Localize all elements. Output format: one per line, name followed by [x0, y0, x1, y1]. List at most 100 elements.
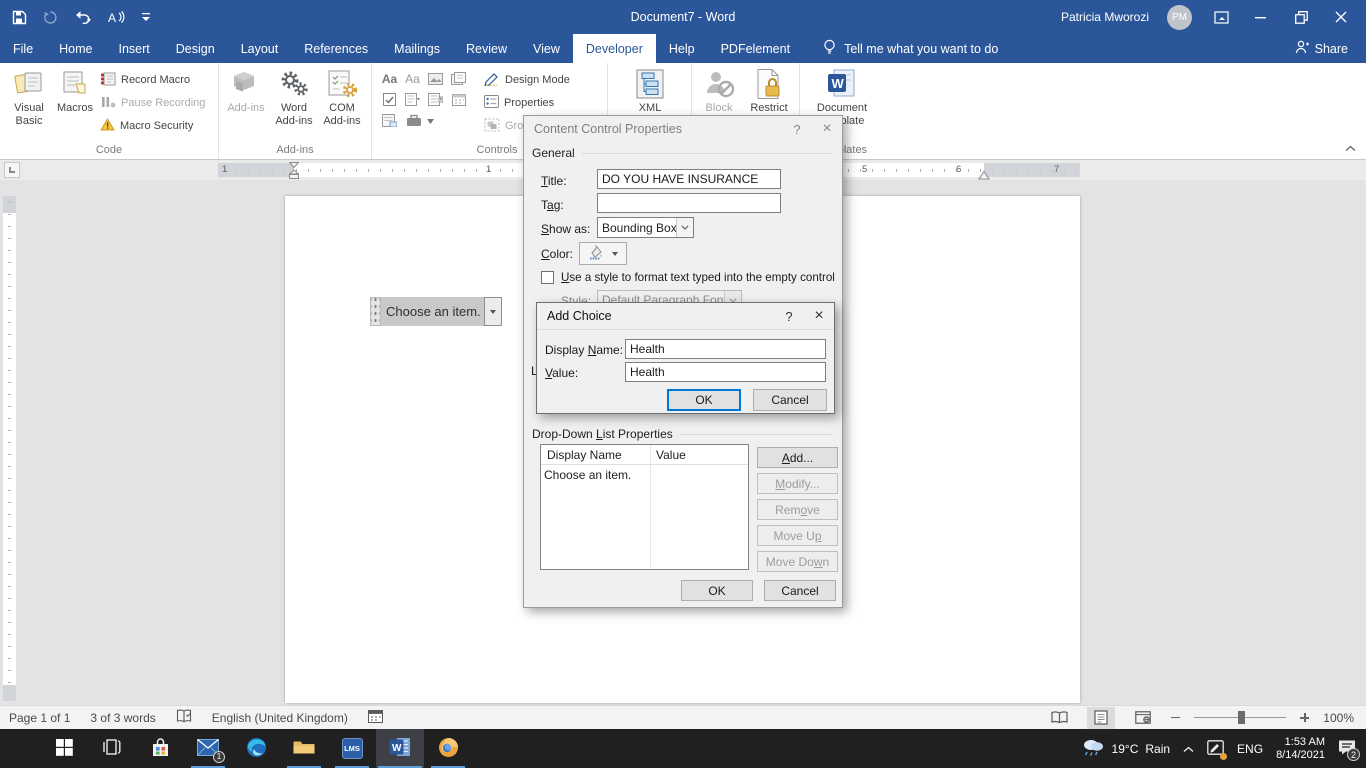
zoom-in-button[interactable]: [1300, 713, 1309, 722]
title-field[interactable]: [597, 169, 781, 189]
legacy-tools-icon[interactable]: [401, 110, 441, 131]
signed-in-user[interactable]: Patricia Mworozi: [1061, 10, 1149, 24]
plain-text-control-icon[interactable]: Aa: [401, 68, 424, 89]
repeating-section-control-icon[interactable]: [378, 110, 401, 131]
start-button[interactable]: [40, 729, 88, 768]
tab-insert[interactable]: Insert: [106, 34, 163, 63]
checkbox-control-icon[interactable]: [378, 89, 401, 110]
restrict-editing-button[interactable]: Restrict: [746, 66, 792, 115]
visual-basic-button[interactable]: Visual Basic: [6, 66, 52, 128]
collapse-ribbon-icon[interactable]: [1345, 141, 1356, 155]
value-field[interactable]: [625, 362, 826, 382]
content-control-text[interactable]: Choose an item.: [381, 297, 484, 326]
read-aloud-icon[interactable]: A: [108, 10, 126, 24]
save-icon[interactable]: [12, 10, 27, 25]
clock[interactable]: 1:53 AM 8/14/2021: [1276, 736, 1325, 762]
vertical-ruler[interactable]: [3, 196, 16, 701]
use-style-checkbox[interactable]: [541, 271, 554, 284]
page-indicator[interactable]: Page 1 of 1: [9, 711, 70, 725]
chevron-down-icon[interactable]: [676, 218, 693, 237]
tab-view[interactable]: View: [520, 34, 573, 63]
add-choice-close-button[interactable]: ×: [804, 303, 834, 329]
design-mode-button[interactable]: Design Mode: [484, 70, 570, 90]
lms-app-button[interactable]: LMS: [328, 729, 376, 768]
tell-me-box[interactable]: Tell me what you want to do: [809, 34, 1012, 63]
color-picker-button[interactable]: [579, 242, 627, 265]
cc-dialog-ok-button[interactable]: OK: [681, 580, 753, 601]
show-as-dropdown[interactable]: Bounding Box: [597, 217, 694, 238]
language-tray-indicator[interactable]: ENG: [1237, 742, 1263, 756]
add-choice-cancel-button[interactable]: Cancel: [753, 389, 827, 411]
language-indicator[interactable]: English (United Kingdom): [212, 711, 348, 725]
tab-layout[interactable]: Layout: [228, 34, 292, 63]
microsoft-store-button[interactable]: [136, 729, 184, 768]
ribbon-display-options-icon[interactable]: [1210, 0, 1232, 34]
choice-list-row[interactable]: Choose an item.: [541, 465, 748, 485]
word-count[interactable]: 3 of 3 words: [90, 711, 155, 725]
cc-dialog-cancel-button[interactable]: Cancel: [764, 580, 836, 601]
picture-control-icon[interactable]: [424, 68, 447, 89]
tab-developer[interactable]: Developer: [573, 34, 656, 63]
rich-text-control-icon[interactable]: Aa: [378, 68, 401, 89]
macros-button[interactable]: Macros: [52, 66, 98, 115]
display-name-field[interactable]: [625, 339, 826, 359]
tab-file[interactable]: File: [0, 34, 46, 63]
add-choice-help-button[interactable]: ?: [774, 303, 804, 329]
combo-box-control-icon[interactable]: [401, 89, 424, 110]
com-addins-button[interactable]: COM Add-ins: [319, 66, 365, 128]
word-taskbar-button[interactable]: W: [376, 729, 424, 768]
zoom-slider[interactable]: [1194, 717, 1286, 718]
restore-button[interactable]: [1290, 0, 1312, 34]
tab-references[interactable]: References: [291, 34, 381, 63]
tab-stop-selector[interactable]: [4, 162, 20, 178]
add-choice-title-bar[interactable]: Add Choice ? ×: [537, 303, 834, 329]
properties-button[interactable]: Properties: [484, 93, 554, 113]
dropdown-list-control-icon[interactable]: [424, 89, 447, 110]
cc-dialog-help-button[interactable]: ?: [782, 116, 812, 142]
macro-recording-icon[interactable]: [368, 710, 383, 726]
tab-help[interactable]: Help: [656, 34, 708, 63]
user-avatar[interactable]: PM: [1167, 5, 1192, 30]
value-column-header[interactable]: Value: [650, 448, 692, 462]
autosave-sync-icon[interactable]: [43, 10, 58, 25]
tab-review[interactable]: Review: [453, 34, 520, 63]
close-button[interactable]: [1330, 0, 1352, 34]
read-mode-view-button[interactable]: [1045, 707, 1073, 729]
right-indent-marker[interactable]: [978, 169, 990, 183]
task-view-button[interactable]: [88, 729, 136, 768]
edge-browser-button[interactable]: [232, 729, 280, 768]
add-choice-button[interactable]: Add...: [757, 447, 838, 468]
record-macro-button[interactable]: Record Macro: [100, 70, 190, 90]
content-control-dropdown-arrow[interactable]: [484, 297, 502, 326]
tab-mailings[interactable]: Mailings: [381, 34, 453, 63]
pdfelement-button[interactable]: [424, 729, 472, 768]
dropdown-content-control[interactable]: Choose an item.: [370, 297, 502, 326]
tab-design[interactable]: Design: [163, 34, 228, 63]
display-name-column-header[interactable]: Display Name: [541, 448, 650, 462]
print-layout-view-button[interactable]: [1087, 707, 1115, 729]
tray-chevron-icon[interactable]: [1183, 742, 1194, 756]
action-center-icon[interactable]: 2: [1338, 739, 1356, 758]
building-block-gallery-icon[interactable]: [447, 68, 470, 89]
cc-dialog-title-bar[interactable]: Content Control Properties ? ×: [524, 116, 842, 142]
add-choice-ok-button[interactable]: OK: [667, 389, 741, 411]
zoom-level[interactable]: 100%: [1323, 711, 1354, 725]
mail-app-button[interactable]: 1: [184, 729, 232, 768]
customize-qat-icon[interactable]: [142, 12, 151, 22]
choice-list[interactable]: Display Name Value Choose an item.: [540, 444, 749, 570]
proofing-icon[interactable]: [176, 709, 192, 727]
use-style-checkbox-label[interactable]: Use a style to format text typed into th…: [561, 271, 835, 284]
ink-workspace-icon[interactable]: [1207, 740, 1224, 758]
cc-dialog-close-button[interactable]: ×: [812, 116, 842, 142]
macro-security-button[interactable]: Macro Security: [100, 116, 193, 136]
tab-pdfelement[interactable]: PDFelement: [708, 34, 803, 63]
word-addins-button[interactable]: Word Add-ins: [271, 66, 317, 128]
indent-marker[interactable]: [289, 162, 299, 182]
undo-icon[interactable]: [74, 10, 92, 24]
content-control-handle[interactable]: [370, 297, 381, 326]
tab-home[interactable]: Home: [46, 34, 105, 63]
date-picker-control-icon[interactable]: [447, 89, 470, 110]
minimize-button[interactable]: [1250, 0, 1272, 34]
zoom-slider-thumb[interactable]: [1238, 711, 1245, 724]
zoom-out-button[interactable]: [1171, 717, 1180, 719]
